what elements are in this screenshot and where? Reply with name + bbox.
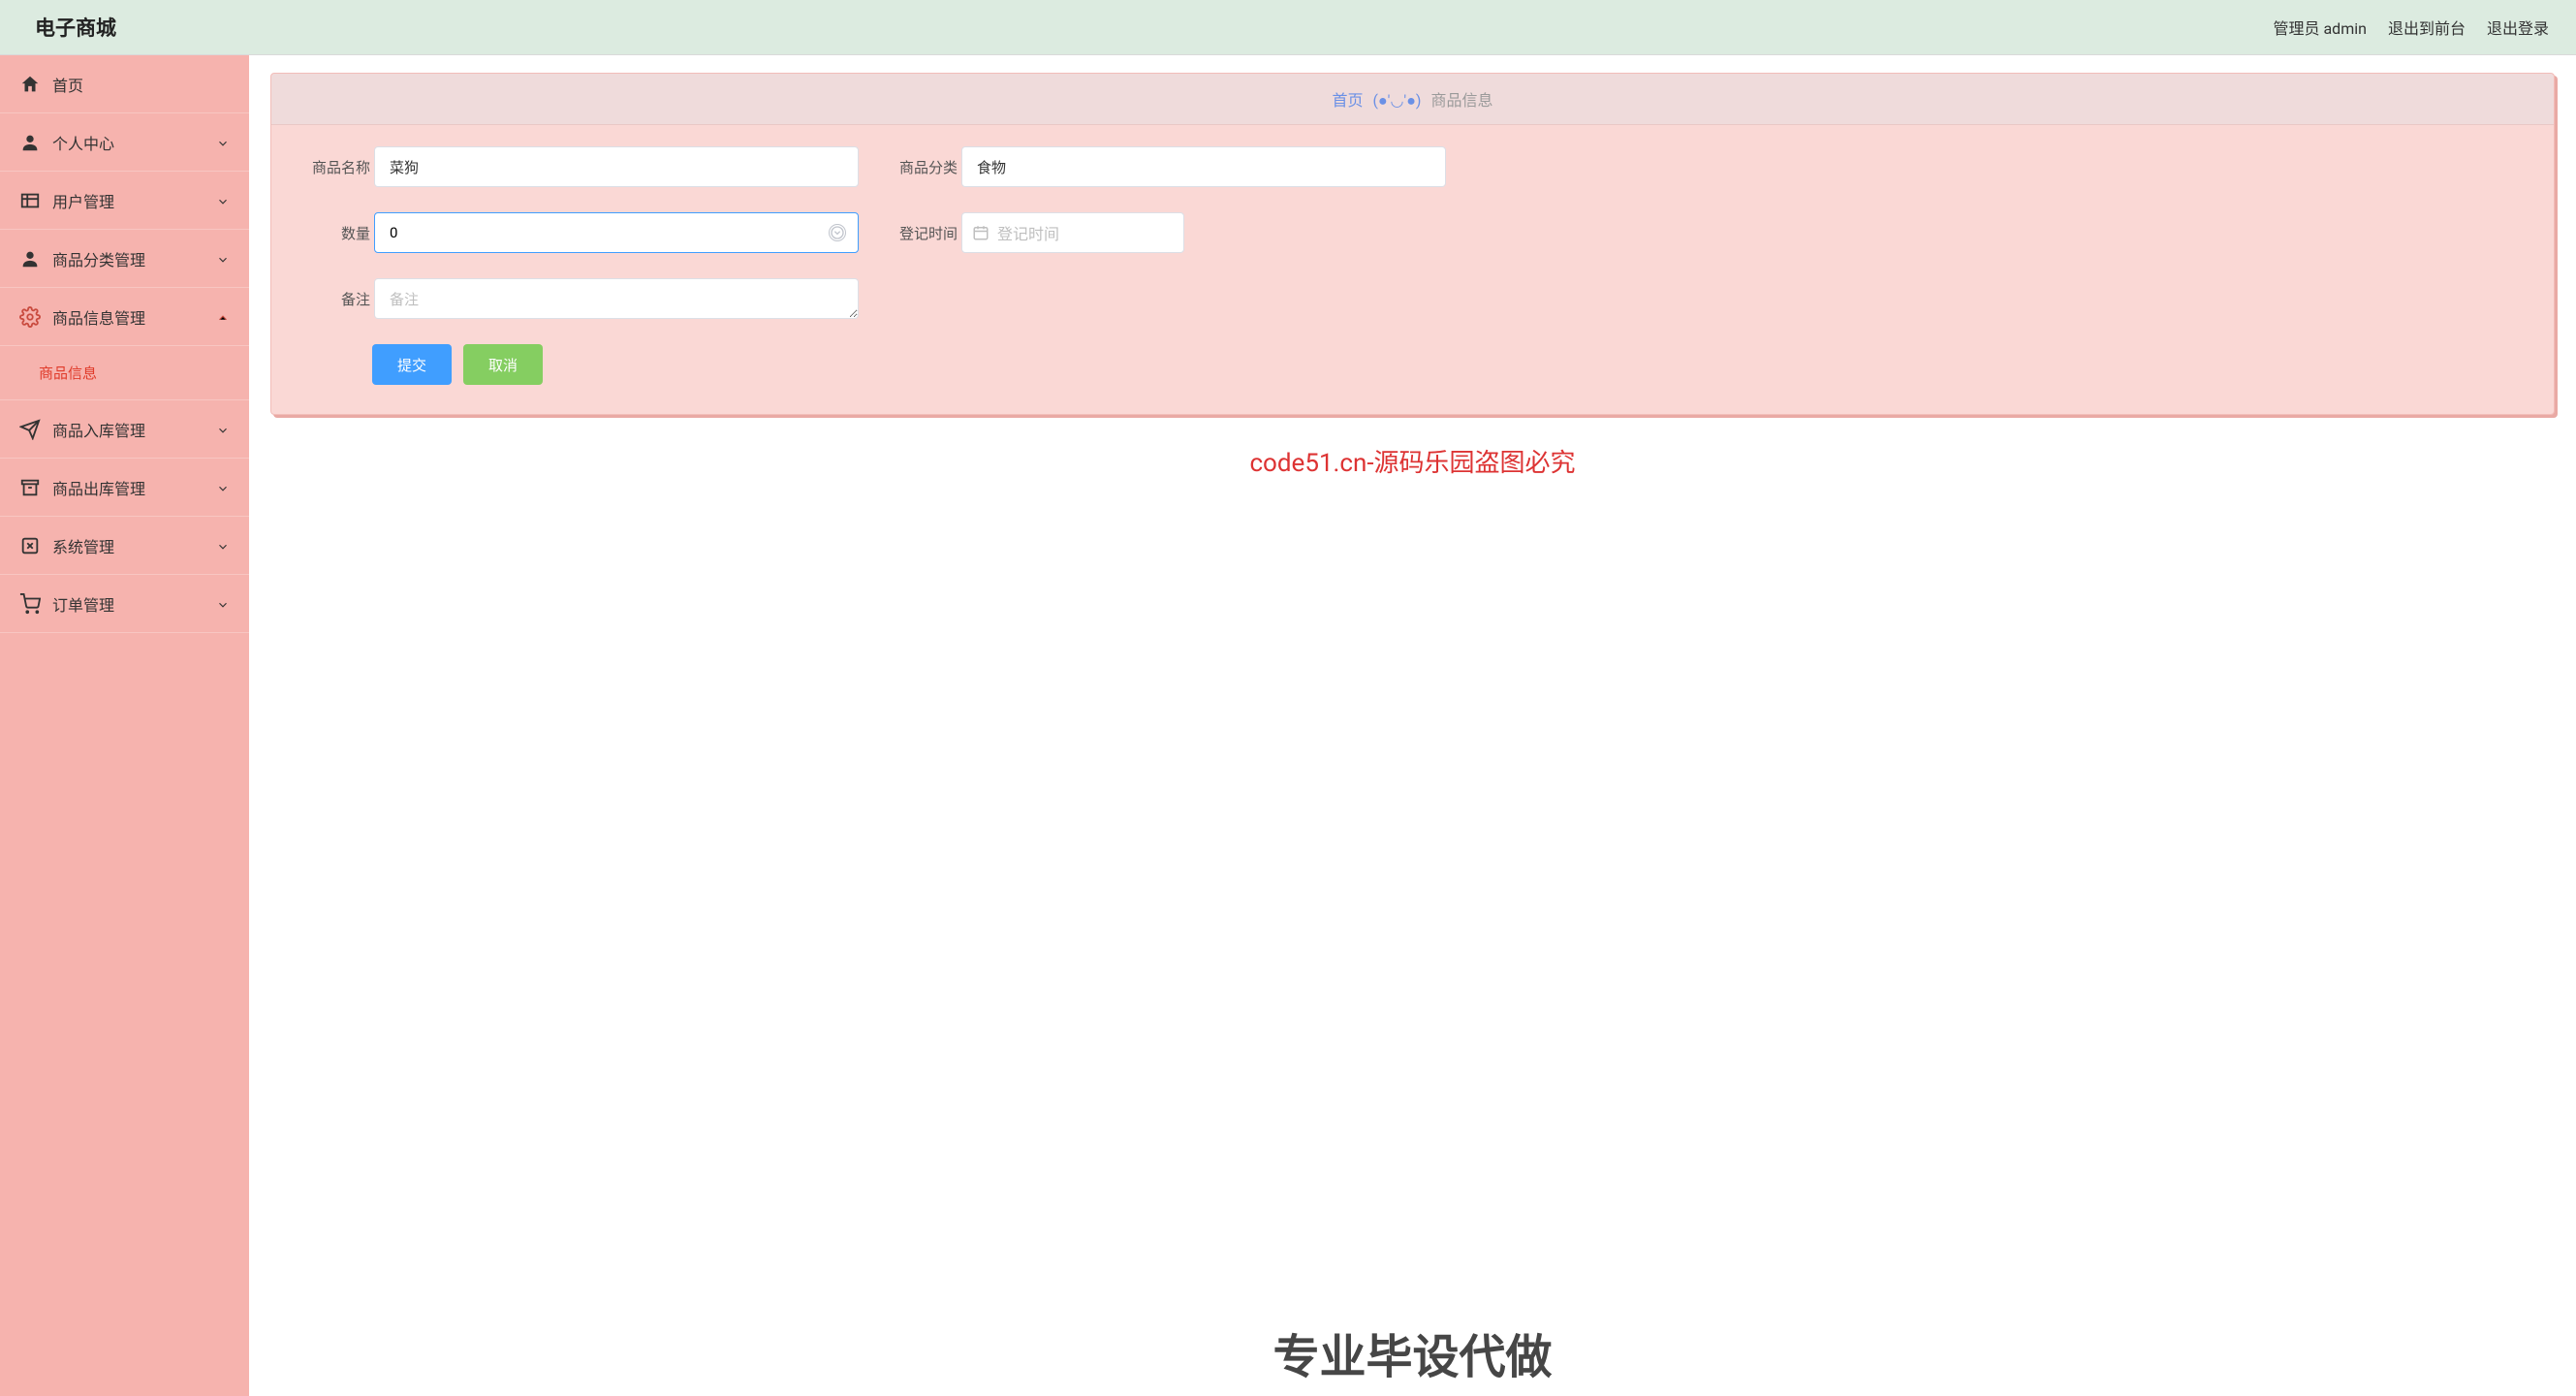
breadcrumb-home[interactable]: 首页: [1333, 91, 1364, 110]
chevron-down-icon: [216, 194, 230, 207]
app-logo: 电子商城: [35, 13, 116, 42]
category-input[interactable]: [961, 146, 1446, 187]
chevron-down-icon: [216, 539, 230, 553]
sidebar-item-orders[interactable]: 订单管理: [0, 575, 249, 633]
chevron-down-icon: [216, 423, 230, 436]
user-icon: [19, 248, 41, 270]
chevron-up-icon: [216, 310, 230, 324]
remark-input[interactable]: [374, 278, 859, 319]
sidebar: 首页 个人中心 用户管理 商品分类管理: [0, 55, 249, 1396]
gear-icon: [19, 306, 41, 328]
sidebar-item-label: 商品分类管理: [52, 247, 216, 270]
face-emoji: (●'◡'●): [1373, 91, 1422, 110]
chevron-down-icon: [216, 136, 230, 149]
form: 商品名称 商品分类 数量: [271, 125, 2554, 414]
calendar-icon: [972, 224, 990, 241]
sidebar-item-users[interactable]: 用户管理: [0, 172, 249, 230]
qty-label: 数量: [295, 223, 370, 243]
sidebar-item-label: 个人中心: [52, 131, 216, 154]
sidebar-item-label: 商品信息管理: [52, 305, 216, 329]
name-input[interactable]: [374, 146, 859, 187]
sidebar-item-profile[interactable]: 个人中心: [0, 113, 249, 172]
cart-icon: [19, 593, 41, 615]
role-label[interactable]: 管理员 admin: [2274, 16, 2367, 39]
header-right: 管理员 admin 退出到前台 退出登录: [2274, 16, 2550, 39]
time-input[interactable]: 登记时间: [961, 212, 1184, 253]
sidebar-item-label: 订单管理: [52, 592, 216, 616]
sidebar-item-label: 系统管理: [52, 534, 216, 557]
send-icon: [19, 419, 41, 440]
watermark-big: 专业毕设代做: [1272, 1318, 1552, 1386]
breadcrumb: 首页 (●'◡'●) 商品信息: [271, 74, 2554, 125]
cancel-button[interactable]: 取消: [463, 344, 543, 385]
grid-icon: [19, 190, 41, 211]
time-placeholder: 登记时间: [997, 221, 1059, 244]
time-label: 登记时间: [882, 223, 958, 243]
logout-button[interactable]: 退出登录: [2487, 16, 2549, 39]
sidebar-item-outbound[interactable]: 商品出库管理: [0, 459, 249, 517]
breadcrumb-current: 商品信息: [1430, 91, 1492, 110]
qty-input[interactable]: [390, 224, 858, 241]
sidebar-item-category[interactable]: 商品分类管理: [0, 230, 249, 288]
category-label: 商品分类: [882, 157, 958, 177]
submit-button[interactable]: 提交: [372, 344, 452, 385]
watermark-red: code51.cn-源码乐园盗图必究: [1249, 443, 1575, 479]
user-icon: [19, 132, 41, 153]
remark-label: 备注: [295, 289, 370, 309]
header: 电子商城 管理员 admin 退出到前台 退出登录: [0, 0, 2576, 55]
chevron-down-icon: [216, 481, 230, 494]
close-square-icon: [19, 535, 41, 556]
archive-icon: [19, 477, 41, 498]
sidebar-item-label: 用户管理: [52, 189, 216, 212]
to-front-button[interactable]: 退出到前台: [2388, 16, 2466, 39]
sidebar-item-label: 首页: [52, 73, 230, 96]
sidebar-item-label: 商品入库管理: [52, 418, 216, 441]
chevron-down-icon: [216, 252, 230, 266]
main-content: 首页 (●'◡'●) 商品信息 商品名称 商品分类: [249, 55, 2576, 1396]
qty-input-wrap: [374, 212, 859, 253]
qty-stepper-icon[interactable]: [829, 224, 846, 241]
sidebar-item-home[interactable]: 首页: [0, 55, 249, 113]
sidebar-item-product[interactable]: 商品信息管理: [0, 288, 249, 346]
home-icon: [19, 74, 41, 95]
chevron-down-icon: [216, 597, 230, 611]
sidebar-item-system[interactable]: 系统管理: [0, 517, 249, 575]
sidebar-item-inbound[interactable]: 商品入库管理: [0, 400, 249, 459]
content-card: 首页 (●'◡'●) 商品信息 商品名称 商品分类: [270, 73, 2555, 415]
name-label: 商品名称: [295, 157, 370, 177]
sidebar-subitem-product-info[interactable]: 商品信息: [0, 346, 249, 400]
sidebar-item-label: 商品出库管理: [52, 476, 216, 499]
